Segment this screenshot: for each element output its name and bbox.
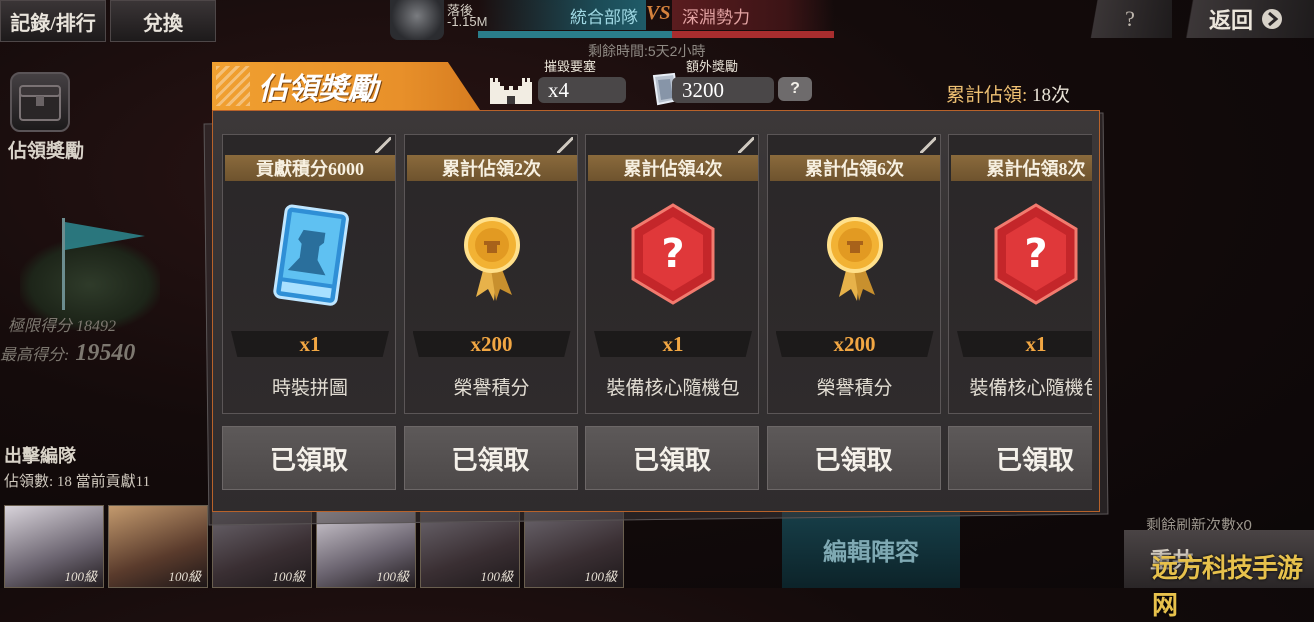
reward-card-list: 貢獻積分6000 x1 時裝拼圖 已領取 累計佔領2次 x200 榮譽積分 已領取 累計佔領4次…: [222, 134, 1092, 496]
destroy-fortress-label: 摧毀要塞: [544, 59, 597, 74]
occupy-reward-side-label[interactable]: 佔領獎勵: [8, 136, 84, 163]
extra-reward-value: 3200: [672, 77, 774, 103]
reward-quantity: x1: [662, 332, 684, 356]
faction-abyss: 深淵勢力: [672, 0, 834, 30]
back-button[interactable]: 返回: [1178, 0, 1314, 38]
team-member-card[interactable]: 100級: [4, 505, 104, 588]
reward-quantity: x200: [470, 332, 513, 356]
exchange-button[interactable]: 兌換: [110, 0, 216, 42]
team-member-level: 100級: [272, 569, 305, 584]
corner-mark-icon: [738, 137, 754, 153]
back-label: 返回: [1208, 8, 1253, 33]
reward-name: 榮譽積分: [453, 377, 530, 399]
reward-card: 累計佔領6次 x200 榮譽積分已領取: [766, 134, 941, 496]
record-rank-button[interactable]: 記錄/排行: [0, 0, 106, 42]
player-avatar: [390, 0, 444, 40]
reward-requirement: 累計佔領6次: [769, 155, 940, 181]
team-member-card[interactable]: 100級: [108, 505, 208, 588]
team-member-level: 100級: [376, 569, 409, 584]
reward-requirement: 累計佔領4次: [588, 155, 758, 181]
corner-mark-icon: [375, 137, 391, 153]
vs-label: VS: [646, 2, 671, 24]
team-title: 出擊編隊: [4, 446, 76, 466]
reward-quantity: x200: [833, 332, 876, 356]
svg-text:?: ?: [1024, 231, 1047, 277]
title-decoration: [216, 66, 250, 106]
best-score-label: 最高得分:: [0, 347, 70, 364]
reward-name: 裝備核心隨機包: [969, 377, 1092, 399]
reward-card: 累計佔領2次 x200 榮譽積分已領取: [403, 134, 578, 496]
reward-requirement: 貢獻積分6000: [225, 155, 395, 181]
team-member-level: 100級: [584, 569, 617, 584]
edit-lineup-button[interactable]: 編輯陣容: [782, 510, 960, 588]
reward-name: 時裝拼圖: [271, 377, 348, 399]
mystery-core-icon[interactable]: ?: [623, 201, 723, 311]
reward-quantity: x1: [1025, 332, 1047, 356]
corner-mark-icon: [919, 137, 936, 153]
reward-card-panel: 貢獻積分6000 x1 時裝拼圖: [222, 134, 396, 414]
outfit-puzzle-icon[interactable]: [260, 201, 360, 311]
treasure-chest-icon[interactable]: [10, 72, 70, 132]
team-member-level: 100級: [64, 569, 97, 584]
reward-card-panel: 累計佔領6次 x200 榮譽積分: [766, 134, 941, 414]
team-member-level: 100級: [480, 569, 513, 584]
reward-name: 裝備核心隨機包: [606, 377, 740, 399]
total-occupy-value: 18次: [1032, 85, 1071, 106]
claimed-button[interactable]: 已領取: [766, 426, 941, 490]
claimed-button[interactable]: 已領取: [585, 426, 759, 490]
destroy-fortress-value: x4: [538, 77, 626, 103]
best-score-value: 19540: [75, 340, 136, 366]
reward-quantity: x1: [299, 332, 321, 356]
claimed-button[interactable]: 已領取: [948, 426, 1092, 490]
reward-card-panel: 累計佔領8次? x1 裝備核心隨機包: [948, 134, 1092, 414]
faction-allied: 統合部隊: [478, 0, 646, 30]
mystery-core-icon[interactable]: ?: [986, 201, 1086, 311]
reward-card-panel: 累計佔領2次 x200 榮譽積分: [403, 134, 578, 414]
extra-reward-label: 額外獎勵: [686, 59, 739, 74]
honor-medal-icon[interactable]: [805, 201, 905, 311]
best-score: 最高得分: 19540: [0, 340, 135, 367]
castle-icon: [490, 78, 532, 104]
reward-requirement: 累計佔領2次: [406, 155, 577, 181]
claimed-button[interactable]: 已領取: [403, 426, 578, 490]
team-member-level: 100級: [168, 569, 201, 584]
extra-reward-help-button[interactable]: ?: [778, 77, 812, 101]
modal-title: 佔領獎勵: [258, 73, 378, 106]
reward-requirement: 累計佔領8次: [951, 155, 1092, 181]
total-occupy: 累計佔領: 18次: [946, 80, 1070, 107]
chevron-right-icon: [1262, 9, 1282, 29]
help-button[interactable]: ?: [1088, 0, 1172, 38]
reward-card-panel: 累計佔領4次? x1 裝備核心隨機包: [585, 134, 759, 414]
total-occupy-label: 累計佔領:: [946, 85, 1028, 106]
watermark: 远方科技手游网: [1152, 554, 1303, 621]
faction-allied-bar: [478, 31, 672, 38]
reward-card: 累計佔領8次? x1 裝備核心隨機包已領取: [948, 134, 1092, 496]
honor-medal-icon[interactable]: [442, 201, 542, 311]
claimed-button[interactable]: 已領取: [222, 426, 396, 490]
faction-abyss-bar: [672, 31, 834, 38]
reward-card: 貢獻積分6000 x1 時裝拼圖已領取: [222, 134, 396, 496]
svg-text:?: ?: [661, 231, 684, 277]
limit-score: 極限得分 18492: [8, 318, 117, 335]
reward-card: 累計佔領4次? x1 裝備核心隨機包已領取: [585, 134, 759, 496]
reward-name: 榮譽積分: [816, 377, 893, 399]
corner-mark-icon: [556, 137, 573, 153]
team-stats: 佔領數: 18 當前貢獻11: [4, 474, 151, 490]
flag-icon: [65, 222, 145, 250]
